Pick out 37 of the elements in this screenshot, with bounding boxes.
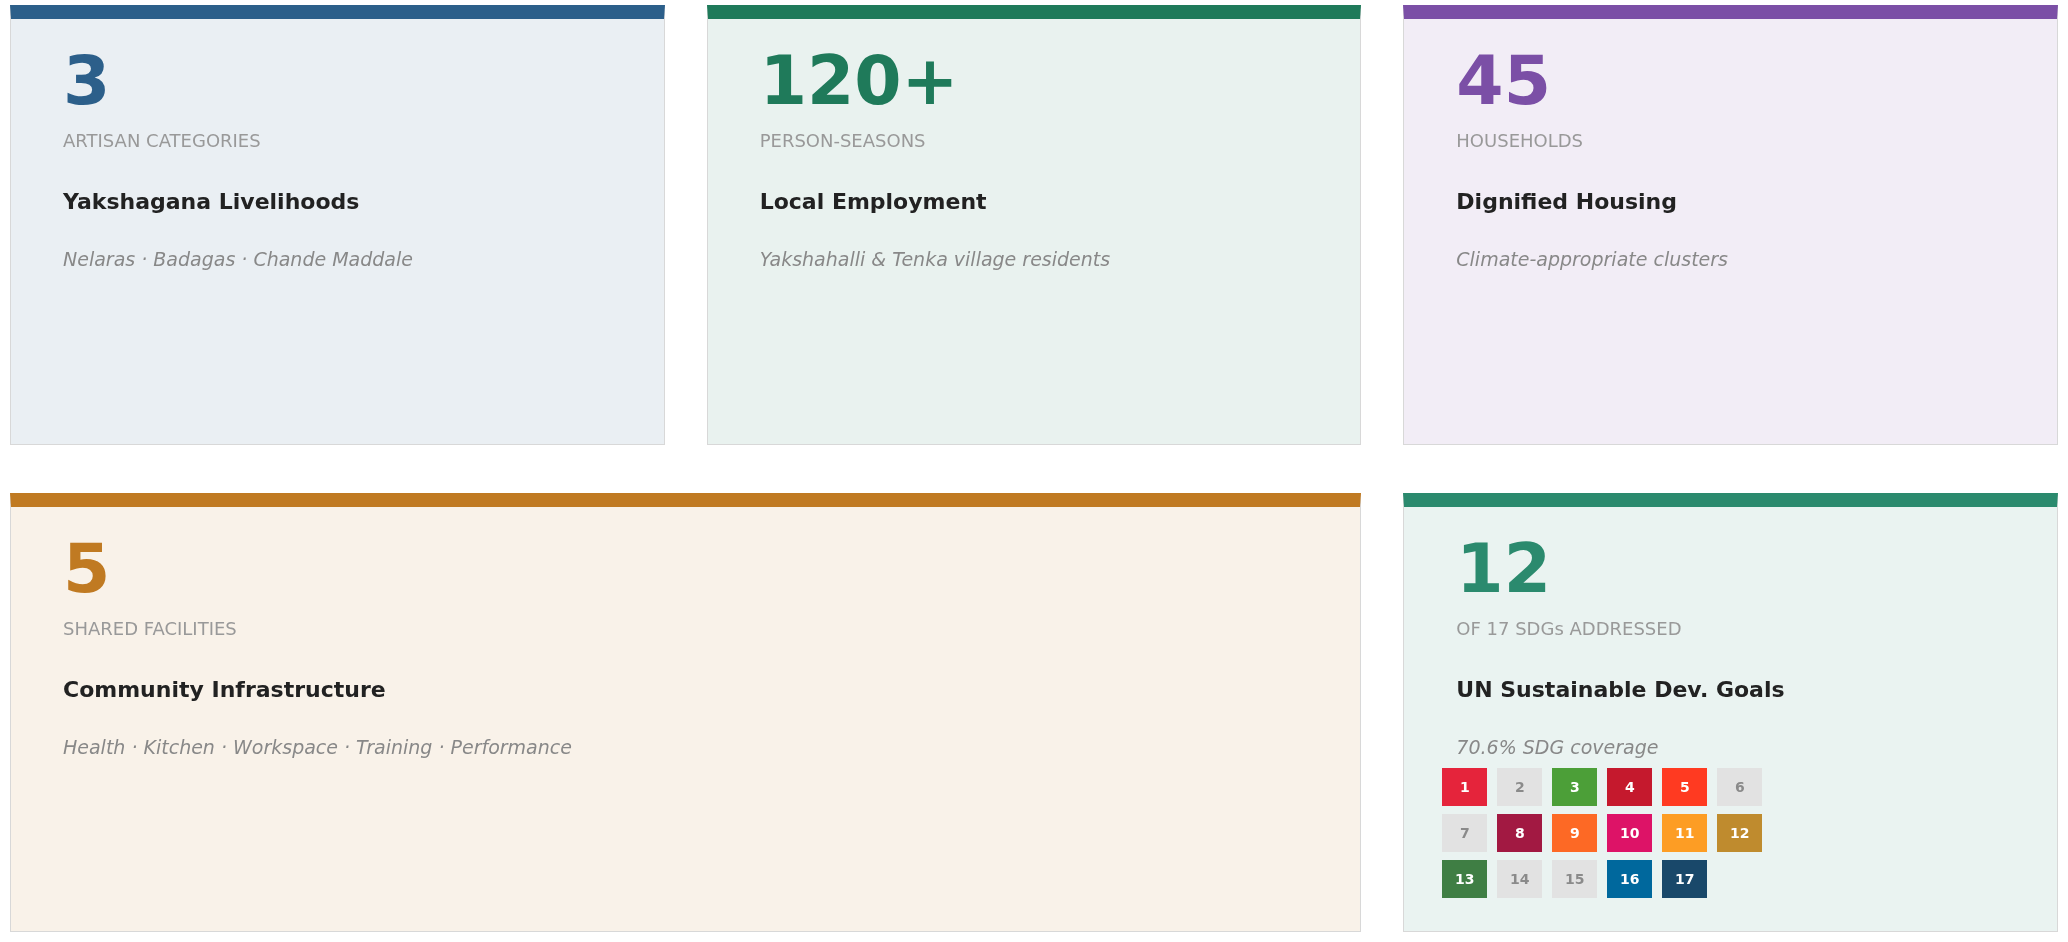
stat-unit: SHARED FACILITIES <box>63 617 237 639</box>
card-title: Yakshagana Livelihoods <box>63 189 360 215</box>
sdg-tile: 16 <box>1607 859 1653 898</box>
card-title: Community Infrastructure <box>63 676 386 702</box>
sdg-tile: 10 <box>1607 813 1653 852</box>
stat-figure: 12 <box>1456 532 1551 604</box>
sdg-tile: 1 <box>1442 767 1488 806</box>
sdg-tile: 3 <box>1552 767 1598 806</box>
stat-figure: 5 <box>63 532 111 604</box>
stat-unit: OF 17 SDGs ADDRESSED <box>1456 617 1682 639</box>
sdg-tile: 8 <box>1497 813 1543 852</box>
stat-figure: 120+ <box>759 45 959 117</box>
card-title: UN Sustainable Dev. Goals <box>1456 676 1785 702</box>
sdg-tile: 6 <box>1717 767 1763 806</box>
card-detail: Nelaras · Badagas · Chande Maddale <box>63 248 413 271</box>
card-detail: Yakshahalli & Tenka village residents <box>759 248 1111 271</box>
card-detail: Health · Kitchen · Workspace · Training · Performance <box>63 735 572 758</box>
card-title: Dignified Housing <box>1456 189 1677 215</box>
sdg-tile: 13 <box>1442 859 1488 898</box>
card-detail: 70.6% SDG coverage <box>1456 735 1659 758</box>
stat-figure: 3 <box>63 45 111 117</box>
card-detail: Climate-appropriate clusters <box>1456 248 1728 271</box>
sdg-tile: 7 <box>1442 813 1488 852</box>
stat-unit: PERSON-SEASONS <box>759 130 926 152</box>
card-title: Local Employment <box>759 189 987 215</box>
sdg-tile: 17 <box>1662 859 1708 898</box>
sdg-tile: 4 <box>1607 767 1653 806</box>
sdg-tile: 9 <box>1552 813 1598 852</box>
stat-unit: ARTISAN CATEGORIES <box>63 130 261 152</box>
stat-unit: HOUSEHOLDS <box>1456 130 1584 152</box>
sdg-tile: 14 <box>1497 859 1543 898</box>
sdg-tile: 15 <box>1552 859 1598 898</box>
sdg-tile: 11 <box>1662 813 1708 852</box>
sdg-tile: 2 <box>1497 767 1543 806</box>
sdg-tile: 12 <box>1717 813 1763 852</box>
sdg-tile: 5 <box>1662 767 1708 806</box>
stat-figure: 45 <box>1456 45 1551 117</box>
